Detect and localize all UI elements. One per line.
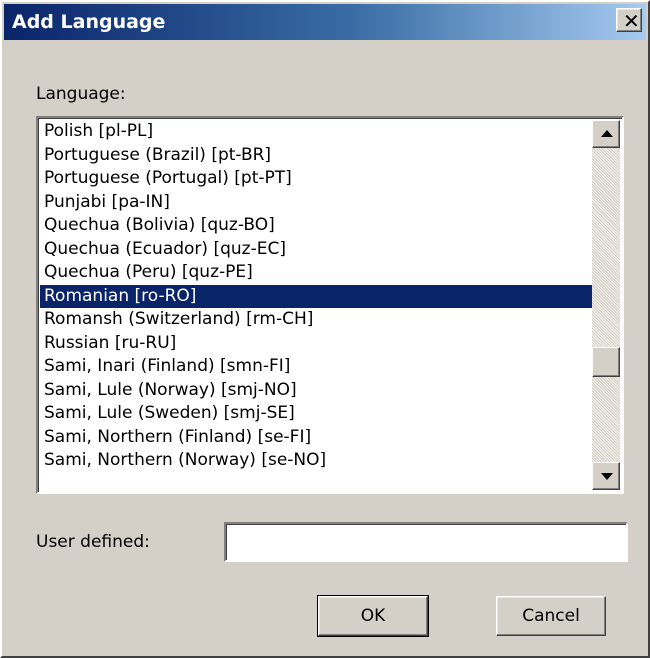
language-list-item[interactable]: Russian [ru-RU] xyxy=(40,332,592,356)
language-list-item[interactable]: Sami, Inari (Finland) [smn-FI] xyxy=(40,355,592,379)
close-button[interactable]: ✕ xyxy=(616,8,642,32)
language-list-item[interactable]: Portuguese (Brazil) [pt-BR] xyxy=(40,144,592,168)
title-bar[interactable]: Add Language ✕ xyxy=(4,4,646,40)
scroll-down-button[interactable] xyxy=(592,462,620,490)
scroll-up-button[interactable] xyxy=(592,120,620,148)
dialog-title: Add Language xyxy=(12,11,166,33)
language-list-item[interactable]: Punjabi [pa-IN] xyxy=(40,191,592,215)
language-list: Polish [pl-PL] Portuguese (Brazil) [pt-BR… xyxy=(40,120,592,473)
language-list-item[interactable]: Sami, Lule (Sweden) [smj-SE] xyxy=(40,402,592,426)
scroll-thumb[interactable] xyxy=(592,346,620,377)
cancel-button[interactable]: Cancel xyxy=(496,596,606,636)
language-list-item[interactable]: Sami, Lule (Norway) [smj-NO] xyxy=(40,379,592,403)
language-list-item[interactable]: Sami, Northern (Finland) [se-FI] xyxy=(40,426,592,450)
arrow-up-icon xyxy=(601,130,613,137)
close-icon: ✕ xyxy=(623,9,640,33)
arrow-down-icon xyxy=(601,473,613,480)
vertical-scrollbar[interactable] xyxy=(592,120,620,490)
language-list-item[interactable]: Romanian [ro-RO] xyxy=(40,284,592,308)
language-list-item[interactable]: Romansh (Switzerland) [rm-CH] xyxy=(40,308,592,332)
language-list-item[interactable]: Quechua (Bolivia) [quz-BO] xyxy=(40,214,592,238)
language-list-item[interactable]: Polish [pl-PL] xyxy=(40,120,592,144)
language-list-item[interactable]: Sami, Northern (Norway) [se-NO] xyxy=(40,449,592,473)
language-listbox[interactable]: Polish [pl-PL] Portuguese (Brazil) [pt-BR… xyxy=(36,116,624,494)
language-list-item[interactable]: Portuguese (Portugal) [pt-PT] xyxy=(40,167,592,191)
ok-button[interactable]: OK xyxy=(317,595,429,637)
user-defined-input[interactable] xyxy=(224,522,628,562)
language-list-item[interactable]: Quechua (Ecuador) [quz-EC] xyxy=(40,238,592,262)
add-language-dialog: Add Language ✕ Language: Polish [pl-PL] P… xyxy=(0,0,650,658)
language-label: Language: xyxy=(36,84,126,104)
language-list-item[interactable]: Quechua (Peru) [quz-PE] xyxy=(40,261,592,285)
user-defined-label: User defined: xyxy=(36,532,150,552)
